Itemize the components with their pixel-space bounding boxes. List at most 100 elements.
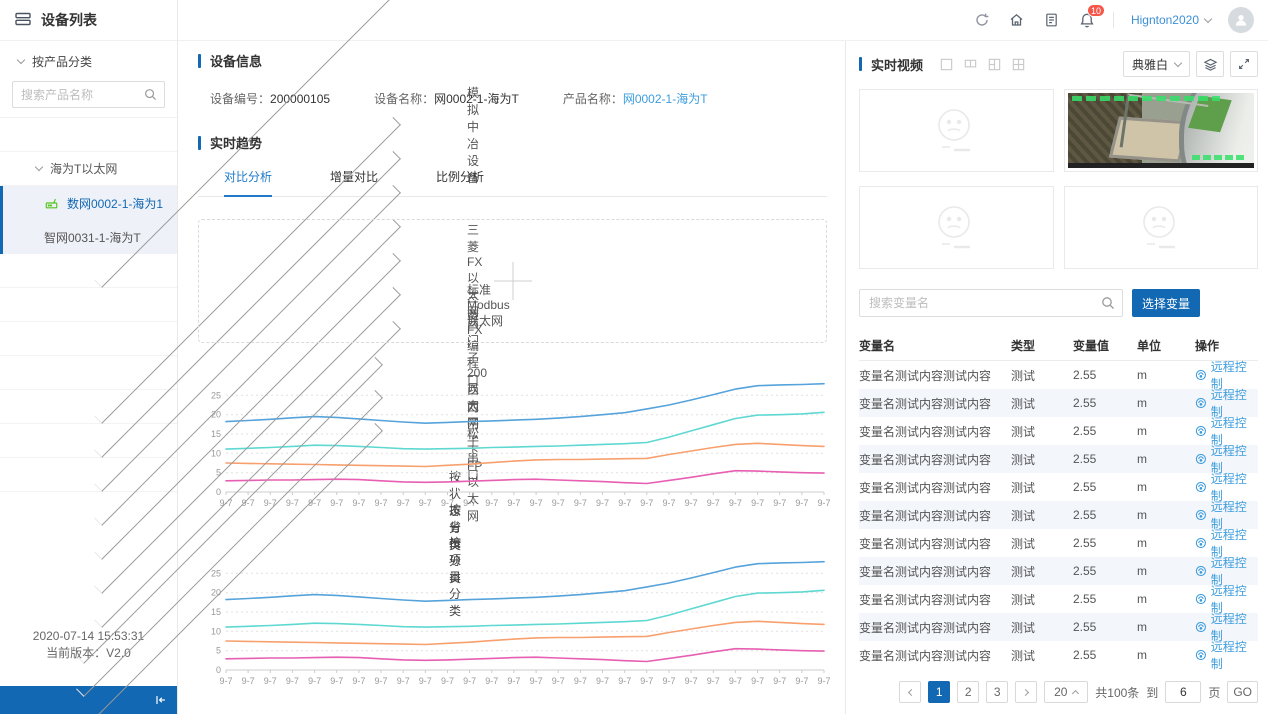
table-row: 变量名测试内容测试内容测试2.55m远程控制 [859, 445, 1258, 473]
cell-variable-name: 变量名测试内容测试内容 [859, 479, 1011, 496]
svg-text:9-7: 9-7 [685, 676, 698, 686]
device-tree: 模拟中冶设备海为T以太网数网0002-1-海为1智网0031-1-海为T三菱FX… [0, 118, 177, 492]
video-header: 实时视频 典雅白 [859, 51, 1258, 77]
camera-bottom-bar [1068, 163, 1255, 168]
video-slot-empty[interactable] [859, 89, 1054, 172]
page-button-1[interactable]: 1 [928, 681, 950, 703]
field-value[interactable]: 网0002-1-海为T [623, 92, 708, 106]
fullscreen-button[interactable] [1230, 51, 1258, 77]
svg-text:9-7: 9-7 [552, 676, 565, 686]
remote-control-icon [1195, 509, 1207, 521]
svg-text:9-7: 9-7 [530, 676, 543, 686]
svg-text:10: 10 [211, 626, 221, 636]
select-variable-button[interactable]: 选择变量 [1132, 289, 1200, 317]
svg-text:9-7: 9-7 [707, 676, 720, 686]
device-info-section-title: 设备信息 [198, 51, 827, 70]
layers-icon [1203, 57, 1218, 72]
svg-text:9-7: 9-7 [374, 498, 387, 508]
svg-text:9-7: 9-7 [751, 498, 764, 508]
variable-search-row: 选择变量 [859, 289, 1258, 317]
layers-button[interactable] [1196, 51, 1224, 77]
user-menu[interactable]: Hignton2020 [1131, 13, 1211, 27]
trend-tab[interactable]: 比例分析 [436, 168, 484, 197]
sidebar-tree-item[interactable]: 模拟中冶设备 [0, 118, 177, 152]
svg-text:9-7: 9-7 [441, 676, 454, 686]
page-button-2[interactable]: 2 [957, 681, 979, 703]
device-info-fields: 设备编号：200000105设备名称：网0002-1-海为T产品名称：网0002… [210, 90, 827, 107]
next-page-button[interactable] [1015, 681, 1037, 703]
svg-text:9-7: 9-7 [729, 676, 742, 686]
no-video-sad-face-icon [1129, 200, 1193, 256]
camera-railing [1120, 94, 1209, 159]
page-unit-label: 页 [1208, 684, 1220, 701]
cell-unit: m [1137, 368, 1195, 382]
cell-unit: m [1137, 620, 1195, 634]
cell-type: 测试 [1011, 535, 1073, 552]
sidebar-category-products[interactable]: 按产品分类 [0, 49, 177, 73]
video-slot-live-feed[interactable] [1064, 89, 1259, 172]
tree-item-label: 数网0002-1-海为1 [67, 195, 163, 212]
add-chart-placeholder[interactable] [198, 219, 827, 343]
remote-control-link[interactable]: 远程控制 [1195, 638, 1258, 672]
home-icon[interactable] [1008, 11, 1026, 29]
cell-unit: m [1137, 592, 1195, 606]
svg-text:9-7: 9-7 [397, 676, 410, 686]
sidebar-tree-item[interactable]: 海为T以太网 [0, 152, 177, 186]
cell-variable-name: 变量名测试内容测试内容 [859, 563, 1011, 580]
table-row: 变量名测试内容测试内容测试2.55m远程控制 [859, 473, 1258, 501]
svg-text:9-7: 9-7 [729, 498, 742, 508]
user-avatar[interactable] [1228, 7, 1254, 33]
no-video-sad-face-icon [924, 103, 988, 159]
svg-text:9-7: 9-7 [419, 676, 432, 686]
product-search-input[interactable] [12, 81, 165, 108]
svg-text:9-7: 9-7 [640, 498, 653, 508]
theme-select[interactable]: 典雅白 [1123, 51, 1190, 77]
trend-tab[interactable]: 对比分析 [224, 168, 272, 197]
refresh-icon[interactable] [973, 11, 991, 29]
sidebar: 设备列表 按产品分类 模拟中冶设备海为T以太网数网0002-1-海为1智网003… [0, 0, 178, 714]
sidebar-tree-item[interactable]: 三菱FX以太网 [0, 254, 177, 288]
column-header: 变量值 [1073, 337, 1137, 354]
document-icon[interactable] [1043, 11, 1061, 29]
username: Hignton2020 [1131, 13, 1199, 27]
field-label: 设备名称： [374, 92, 434, 106]
cell-unit: m [1137, 480, 1195, 494]
sidebar-tree-item[interactable]: 数网0002-1-海为1 [0, 186, 177, 220]
product-search [0, 73, 177, 118]
cell-type: 测试 [1011, 619, 1073, 636]
video-slot-empty[interactable] [859, 186, 1054, 269]
svg-text:9-7: 9-7 [308, 676, 321, 686]
table-row: 变量名测试内容测试内容测试2.55m远程控制 [859, 557, 1258, 585]
sidebar-tree-item[interactable]: 三菱FX编程口 [0, 322, 177, 356]
column-header: 操作 [1195, 337, 1258, 354]
layout-dual-icon[interactable] [963, 57, 978, 72]
svg-text:9-7: 9-7 [286, 676, 299, 686]
device-info-title: 设备信息 [210, 51, 262, 70]
video-slot-empty[interactable] [1064, 186, 1259, 269]
cell-type: 测试 [1011, 479, 1073, 496]
layout-triple-icon[interactable] [987, 57, 1002, 72]
page-button-3[interactable]: 3 [986, 681, 1008, 703]
cell-value: 2.55 [1073, 396, 1137, 410]
sidebar-tree-item[interactable]: 标准Modbus以太网 [0, 288, 177, 322]
svg-text:9-7: 9-7 [817, 676, 830, 686]
field-label: 设备编号： [210, 92, 270, 106]
right-panel: 实时视频 典雅白 [845, 41, 1268, 714]
svg-text:9-7: 9-7 [707, 498, 720, 508]
table-row: 变量名测试内容测试内容测试2.55m远程控制 [859, 417, 1258, 445]
layout-quad-icon[interactable] [1011, 57, 1026, 72]
video-section-title: 实时视频 [859, 55, 923, 74]
variable-search-input[interactable] [859, 289, 1123, 317]
prev-page-button[interactable] [899, 681, 921, 703]
video-header-actions: 典雅白 [1123, 51, 1258, 77]
page-size-select[interactable]: 20 [1044, 681, 1088, 703]
layout-single-icon[interactable] [939, 57, 954, 72]
go-button[interactable]: GO [1227, 681, 1258, 703]
svg-text:9-7: 9-7 [507, 498, 520, 508]
chevron-up-icon [1072, 690, 1079, 697]
notifications-bell-icon[interactable]: 10 [1078, 11, 1096, 29]
cell-variable-name: 变量名测试内容测试内容 [859, 647, 1011, 664]
svg-text:9-7: 9-7 [242, 676, 255, 686]
sidebar-title: 设备列表 [41, 10, 97, 30]
page-number-input[interactable] [1165, 681, 1201, 703]
